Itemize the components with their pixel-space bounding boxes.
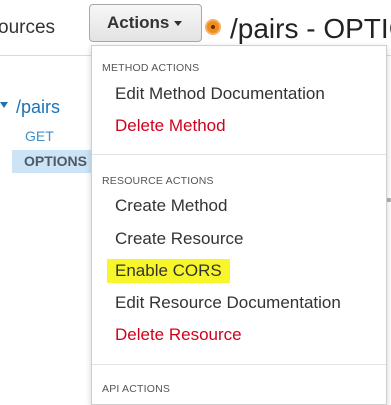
actions-button[interactable]: Actions — [89, 4, 202, 42]
api-actions-header: API ACTIONS — [102, 383, 171, 395]
resources-header-label: ources — [0, 17, 56, 38]
create-resource-item[interactable]: Create Resource — [115, 229, 244, 249]
resources-header: ources — [0, 0, 91, 56]
tree-method-get[interactable]: GET — [25, 128, 54, 144]
tree-method-options-label: OPTIONS — [24, 153, 88, 169]
edit-resource-documentation-item[interactable]: Edit Resource Documentation — [115, 293, 341, 313]
chevron-down-icon — [174, 21, 182, 26]
status-indicator-icon — [205, 19, 221, 35]
enable-cors-item[interactable]: Enable CORS — [107, 259, 230, 283]
resource-tree-panel: ources /pairs GET OPTIONS — [0, 0, 91, 389]
delete-resource-item[interactable]: Delete Resource — [115, 325, 242, 345]
edit-method-documentation-item[interactable]: Edit Method Documentation — [115, 84, 325, 104]
expand-caret-icon[interactable] — [0, 102, 8, 108]
actions-button-label: Actions — [107, 13, 170, 32]
tree-resource-pairs[interactable]: /pairs — [16, 97, 60, 118]
tree-method-options[interactable]: OPTIONS — [12, 150, 91, 173]
create-method-item[interactable]: Create Method — [115, 196, 227, 216]
menu-divider — [92, 154, 386, 155]
actions-dropdown-menu: METHOD ACTIONS Edit Method Documentation… — [91, 45, 387, 405]
delete-method-item[interactable]: Delete Method — [115, 116, 226, 136]
menu-divider — [92, 364, 386, 365]
resource-actions-header: RESOURCE ACTIONS — [102, 175, 214, 187]
method-actions-header: METHOD ACTIONS — [102, 62, 200, 74]
page-title: /pairs - OPTIC — [230, 13, 391, 44]
